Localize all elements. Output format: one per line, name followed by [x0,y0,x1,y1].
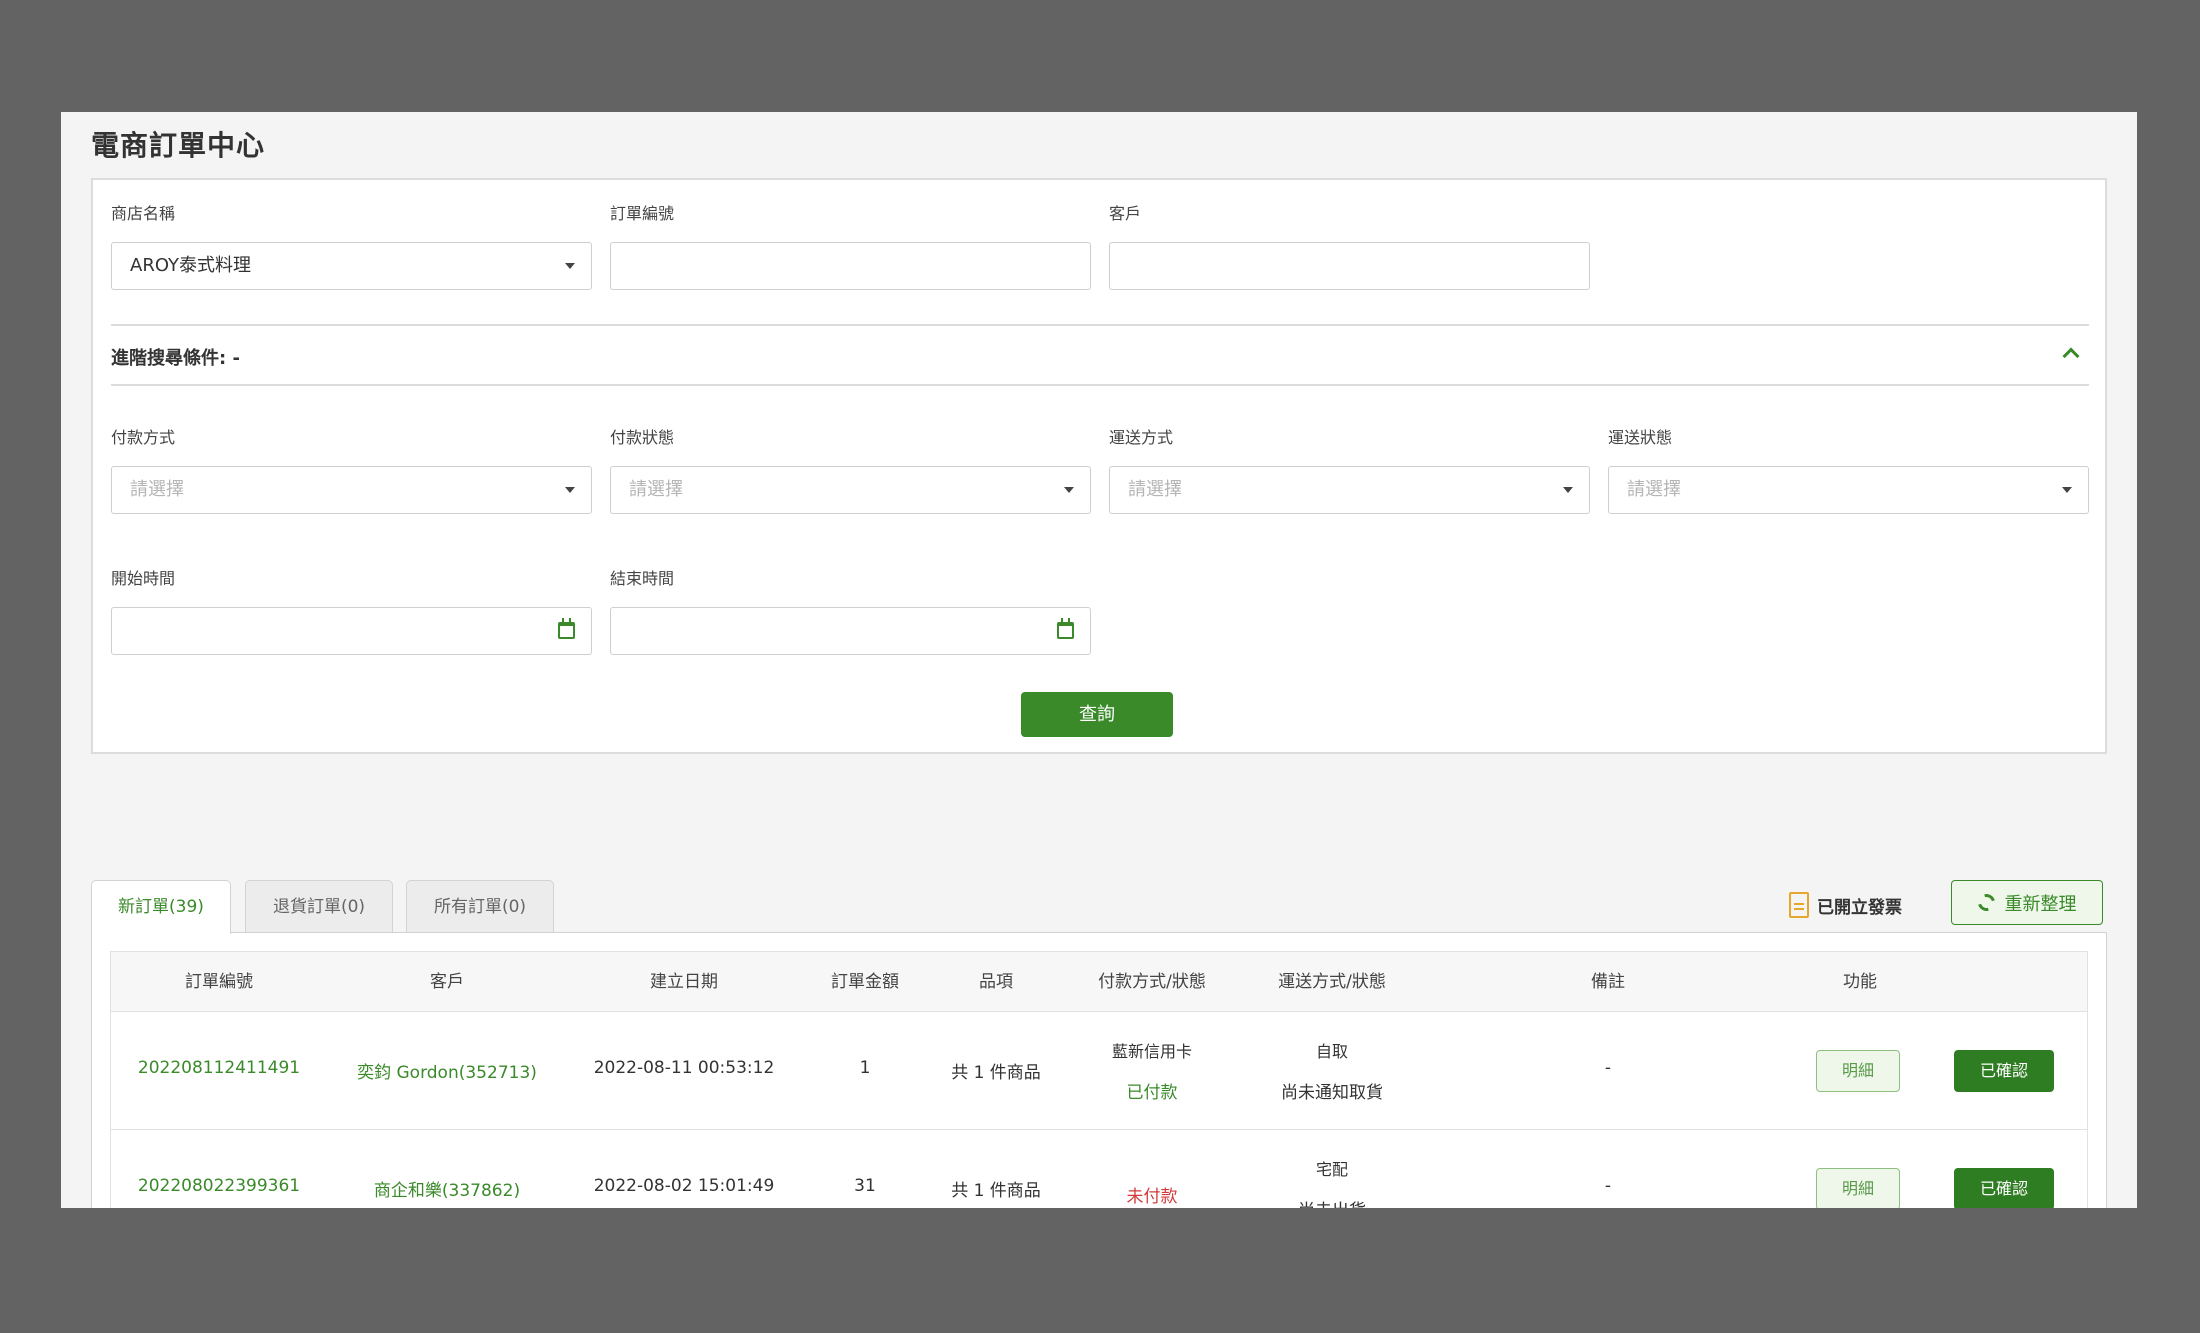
chevron-down-icon [1563,487,1573,493]
payment-status-select[interactable]: 請選擇 [610,466,1091,514]
item-count: 共 1 件商品 [951,1181,1041,1201]
header-shipping: 運送方式/狀態 [1278,972,1386,992]
payment-status-placeholder: 請選擇 [629,479,683,500]
tab-all-orders[interactable]: 所有訂單(0) [406,880,554,932]
invoice-issued-label: 已開立發票 [1817,897,1902,918]
orders-panel: 訂單編號 客戶 建立日期 訂單金額 品項 付款方式/狀態 運送方式/狀態 備註 … [91,932,2107,1208]
calendar-icon[interactable] [558,618,575,639]
customer-input[interactable] [1109,242,1590,290]
header-payment: 付款方式/狀態 [1098,972,1206,992]
store-label: 商店名稱 [111,204,176,223]
header-items: 品項 [979,972,1013,992]
order-note: - [1604,1058,1612,1078]
payment-status: 未付款 [1126,1187,1178,1207]
invoice-issued-link[interactable]: 已開立發票 [1789,890,1902,920]
end-time-input[interactable] [610,607,1091,655]
chevron-down-icon [1064,487,1074,493]
end-time-label: 結束時間 [610,569,675,588]
payment-status-label: 付款狀態 [610,428,675,447]
chevron-down-icon [565,487,575,493]
header-created: 建立日期 [650,972,718,992]
order-amount: 31 [854,1176,876,1196]
created-date: 2022-08-11 00:53:12 [593,1058,775,1078]
shipping-method-label: 運送方式 [1109,428,1174,447]
store-select[interactable]: AROY泰式料理 [111,242,592,290]
detail-button[interactable]: 明細 [1816,1050,1900,1092]
shipping-method-select[interactable]: 請選擇 [1109,466,1590,514]
search-card: 商店名稱 AROY泰式料理 訂單編號 客戶 進階搜尋條件: - 付款方式 請選擇… [91,178,2107,754]
refresh-label: 重新整理 [2004,893,2077,915]
query-button[interactable]: 查詢 [1021,692,1173,737]
shipping-status-select[interactable]: 請選擇 [1608,466,2089,514]
payment-method-placeholder: 請選擇 [130,479,184,500]
header-customer: 客戶 [430,972,464,992]
document-icon [1789,892,1809,918]
payment-method: 藍新信用卡 [1111,1042,1193,1061]
item-count: 共 1 件商品 [951,1063,1041,1083]
table-header: 訂單編號 客戶 建立日期 訂單金額 品項 付款方式/狀態 運送方式/狀態 備註 … [111,952,2087,1012]
tab-return-orders[interactable]: 退貨訂單(0) [245,880,393,932]
shipping-method-placeholder: 請選擇 [1128,479,1182,500]
store-select-value: AROY泰式料理 [130,255,251,276]
page-title: 電商訂單中心 [91,129,266,162]
order-no-link[interactable]: 202208112411491 [138,1058,300,1078]
confirmed-button[interactable]: 已確認 [1954,1168,2054,1208]
header-amount: 訂單金額 [831,972,899,992]
refresh-button[interactable]: 重新整理 [1951,880,2103,925]
order-no-label: 訂單編號 [610,204,675,223]
confirmed-button[interactable]: 已確認 [1954,1050,2054,1092]
advanced-search-title: 進階搜尋條件: - [111,348,240,369]
header-order-no: 訂單編號 [185,972,253,992]
order-no-input[interactable] [610,242,1091,290]
customer-link[interactable]: 商企和樂(337862) [374,1176,520,1201]
order-no-link[interactable]: 202208022399361 [138,1176,300,1196]
shipping-status: 尚未出貨 [1298,1196,1366,1208]
shipping-status-label: 運送狀態 [1608,428,1673,447]
order-amount: 1 [859,1058,871,1078]
payment-method-select[interactable]: 請選擇 [111,466,592,514]
header-actions: 功能 [1843,972,1877,992]
header-note: 備註 [1591,972,1625,992]
table-row: 202208022399361 商企和樂(337862) 2022-08-02 … [111,1130,2087,1208]
customer-link[interactable]: 奕鈞 Gordon(352713) [357,1058,537,1083]
start-time-input[interactable] [111,607,592,655]
refresh-icon [1974,890,1998,915]
calendar-icon[interactable] [1057,618,1074,639]
shipping-method: 宅配 [1315,1160,1349,1179]
tab-new-orders[interactable]: 新訂單(39) [91,880,231,934]
created-date: 2022-08-02 15:01:49 [593,1176,775,1196]
advanced-search-toggle[interactable]: 進階搜尋條件: - [111,324,2089,386]
table-row: 202208112411491 奕鈞 Gordon(352713) 2022-0… [111,1012,2087,1130]
payment-status: 已付款 [1126,1083,1178,1103]
detail-button[interactable]: 明細 [1816,1168,1900,1208]
start-time-label: 開始時間 [111,569,176,588]
chevron-down-icon [2062,487,2072,493]
shipping-status-placeholder: 請選擇 [1627,479,1681,500]
customer-label: 客戶 [1109,204,1142,223]
shipping-method: 自取 [1315,1042,1349,1061]
payment-method-label: 付款方式 [111,428,176,447]
orders-table: 訂單編號 客戶 建立日期 訂單金額 品項 付款方式/狀態 運送方式/狀態 備註 … [110,951,2088,1208]
shipping-status: 尚未通知取貨 [1281,1083,1383,1103]
chevron-down-icon [565,263,575,269]
chevron-up-icon[interactable] [2062,347,2080,365]
app-window: 電商訂單中心 商店名稱 AROY泰式料理 訂單編號 客戶 進階搜尋條件: - 付… [61,112,2137,1208]
order-note: - [1604,1176,1612,1196]
